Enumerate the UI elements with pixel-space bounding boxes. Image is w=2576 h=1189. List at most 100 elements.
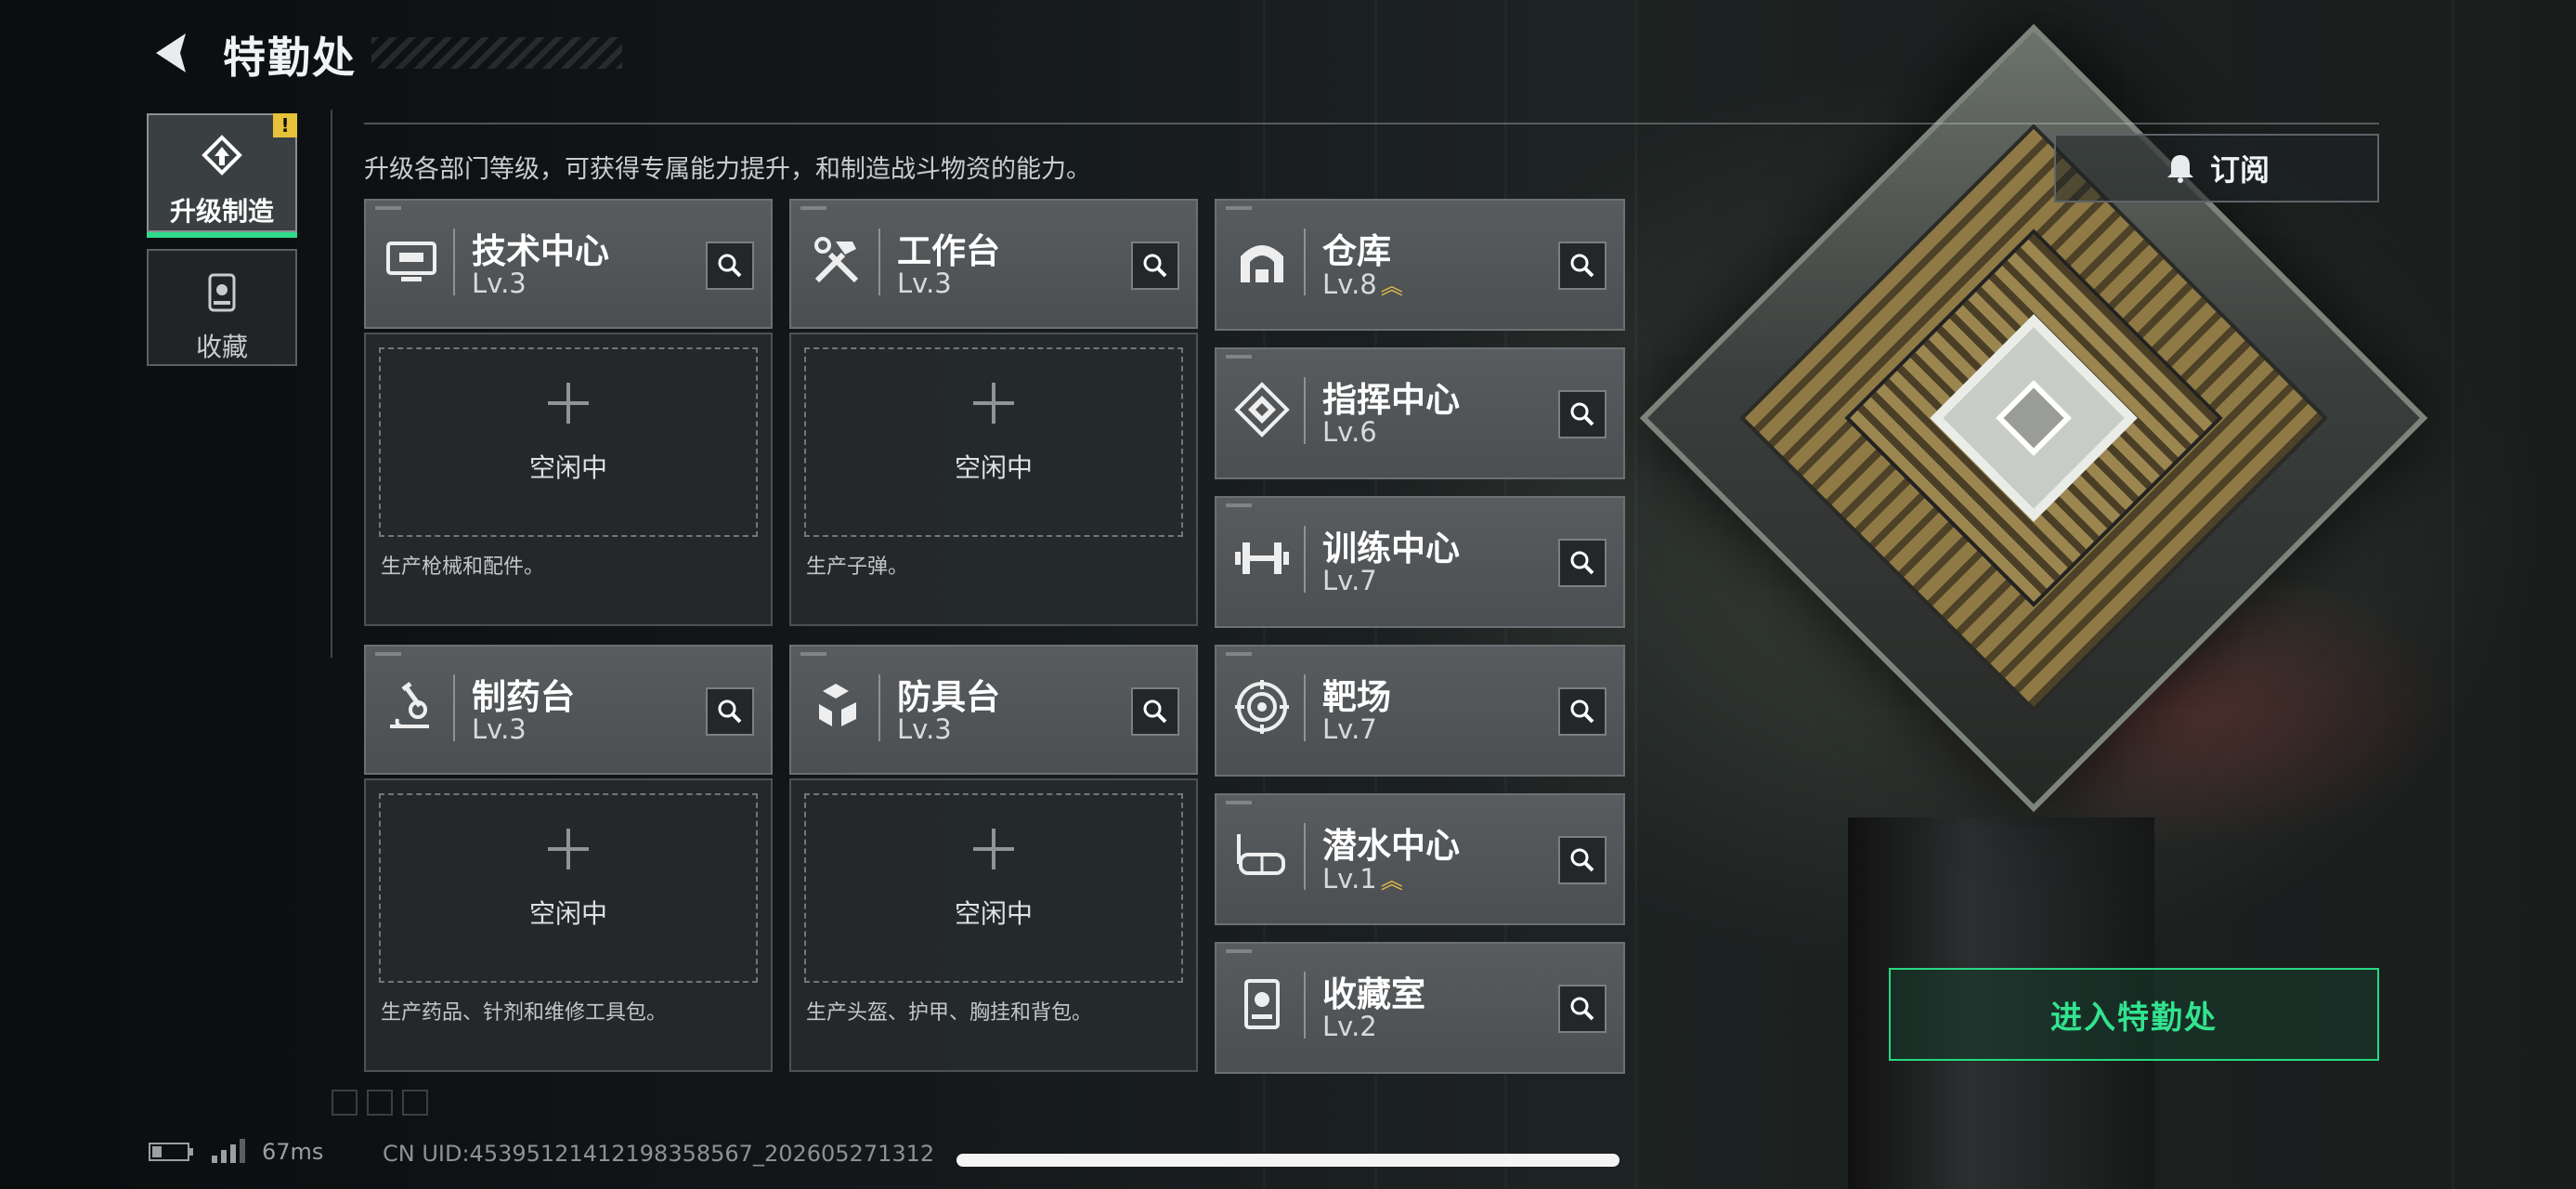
department-card-training-center[interactable]: 训练中心 Lv.7 — [1215, 496, 1625, 628]
department-card-workbench[interactable]: 工作台 Lv.3 — [789, 199, 1198, 329]
pharmacy-icon — [390, 682, 429, 728]
inspect-button[interactable] — [1131, 242, 1179, 290]
tab-label: 升级制造 — [169, 196, 274, 227]
department-level: Lv.3 — [472, 713, 527, 745]
collection-icon — [208, 273, 236, 312]
search-icon — [1570, 402, 1594, 426]
diving-center-icon — [1237, 834, 1285, 875]
page-title: 特勤处 — [223, 33, 357, 83]
page-description: 升级各部门等级，可获得专属能力提升，和制造战斗物资的能力。 — [364, 155, 1091, 184]
bell-icon — [2166, 155, 2193, 183]
title-decoration — [371, 37, 622, 69]
signal-icon — [212, 1139, 245, 1163]
warehouse-icon — [1241, 245, 1283, 282]
production-slot[interactable]: 空闲中 生产枪械和配件。 — [364, 333, 773, 626]
tech-center-icon — [386, 242, 436, 281]
subscribe-button[interactable]: 订阅 — [2054, 134, 2379, 203]
department-card-tech-center[interactable]: 技术中心 Lv.3 — [364, 199, 773, 329]
production-slot[interactable]: 空闲中 生产药品、针剂和维修工具包。 — [364, 778, 773, 1072]
department-name: 制药台 — [472, 677, 575, 717]
department-level: Lv.6 — [1322, 416, 1377, 448]
back-arrow-icon[interactable] — [149, 30, 193, 76]
department-card-warehouse[interactable]: 仓库 Lv.8 ︽ — [1215, 199, 1625, 331]
tab-upgrade-manufacture[interactable]: 升级制造 ! — [147, 113, 297, 238]
department-card-pharmacy[interactable]: 制药台 Lv.3 — [364, 645, 773, 775]
search-icon — [1570, 254, 1594, 278]
inspect-button[interactable] — [1558, 539, 1607, 587]
inspect-button[interactable] — [1558, 985, 1607, 1033]
empty-slot-frame — [804, 793, 1183, 983]
department-card-collection-room[interactable]: 收藏室 Lv.2 — [1215, 942, 1625, 1074]
inspect-button[interactable] — [1558, 390, 1607, 438]
department-name: 技术中心 — [472, 231, 609, 271]
empty-slot-frame — [379, 347, 758, 537]
slot-description: 生产药品、针剂和维修工具包。 — [381, 1001, 668, 1025]
slot-status: 空闲中 — [954, 898, 1033, 929]
department-level: Lv.3 — [897, 713, 952, 745]
add-icon — [548, 829, 589, 869]
department-name: 防具台 — [897, 677, 1000, 717]
search-icon — [718, 254, 742, 278]
command-center-icon — [1234, 382, 1290, 438]
inspect-button[interactable] — [1558, 242, 1607, 290]
empty-slot-frame — [804, 347, 1183, 537]
department-name: 收藏室 — [1322, 974, 1425, 1014]
department-card-armor-bench[interactable]: 防具台 Lv.3 — [789, 645, 1198, 775]
enter-headquarters-button[interactable]: 进入特勤处 — [1889, 968, 2379, 1061]
inspect-button[interactable] — [1131, 687, 1179, 736]
production-slot[interactable]: 空闲中 生产子弹。 — [789, 333, 1198, 626]
status-bar: 67ms — [149, 1139, 323, 1165]
upgrade-available-icon: ︽ — [1380, 868, 1403, 894]
department-level: Lv.7 — [1322, 713, 1377, 745]
active-tab-indicator — [147, 232, 297, 238]
department-card-shooting-range[interactable]: 靶场 Lv.7 — [1215, 645, 1625, 777]
add-icon — [548, 383, 589, 424]
subscribe-label: 订阅 — [2209, 152, 2270, 188]
department-name: 工作台 — [897, 231, 1000, 271]
department-level: Lv.8 ︽ — [1322, 268, 1403, 300]
home-indicator[interactable] — [956, 1154, 1620, 1167]
department-level: Lv.3 — [897, 268, 952, 299]
department-name: 仓库 — [1322, 231, 1391, 271]
department-name: 指挥中心 — [1322, 380, 1460, 420]
sidebar-divider — [331, 110, 332, 658]
search-icon — [1570, 848, 1594, 872]
search-icon — [1570, 997, 1594, 1021]
slot-description: 生产子弹。 — [806, 555, 909, 579]
tab-label: 收藏 — [195, 332, 248, 362]
department-name: 靶场 — [1322, 677, 1391, 717]
search-icon — [1570, 699, 1594, 724]
user-uid: CN UID:4539512141219835856​7_20260527131… — [383, 1141, 935, 1167]
shooting-range-icon — [1235, 680, 1289, 734]
inspect-button[interactable] — [1558, 836, 1607, 884]
search-icon — [1143, 699, 1167, 724]
department-level: Lv.7 — [1322, 565, 1377, 596]
empty-slot-frame — [379, 793, 758, 983]
ping-value: 67ms — [262, 1139, 324, 1165]
search-icon — [1570, 551, 1594, 575]
upgrade-icon — [202, 135, 242, 176]
workbench-icon — [814, 237, 859, 283]
inspect-button[interactable] — [1558, 687, 1607, 736]
decorative-ticks — [332, 1090, 428, 1116]
department-level: Lv.2 — [1322, 1011, 1377, 1042]
collection-room-icon — [1244, 979, 1280, 1029]
enter-button-label: 进入特勤处 — [2050, 999, 2218, 1037]
department-level: Lv.1 ︽ — [1322, 863, 1403, 895]
production-slot[interactable]: 空闲中 生产头盔、护甲、胸挂和背包。 — [789, 778, 1198, 1072]
header-rule — [364, 123, 2379, 124]
upgrade-available-icon: ︽ — [1380, 273, 1403, 299]
department-card-diving-center[interactable]: 潜水中心 Lv.1 ︽ — [1215, 793, 1625, 925]
tab-collection[interactable]: 收藏 — [147, 249, 297, 366]
slot-description: 生产枪械和配件。 — [381, 555, 545, 579]
slot-status: 空闲中 — [528, 898, 607, 929]
inspect-button[interactable] — [706, 687, 754, 736]
alert-badge: ! — [273, 113, 297, 137]
add-icon — [973, 829, 1014, 869]
search-icon — [1143, 254, 1167, 278]
inspect-button[interactable] — [706, 242, 754, 290]
training-center-icon — [1235, 542, 1289, 574]
department-card-command-center[interactable]: 指挥中心 Lv.6 — [1215, 347, 1625, 479]
battery-icon — [149, 1143, 193, 1161]
search-icon — [718, 699, 742, 724]
